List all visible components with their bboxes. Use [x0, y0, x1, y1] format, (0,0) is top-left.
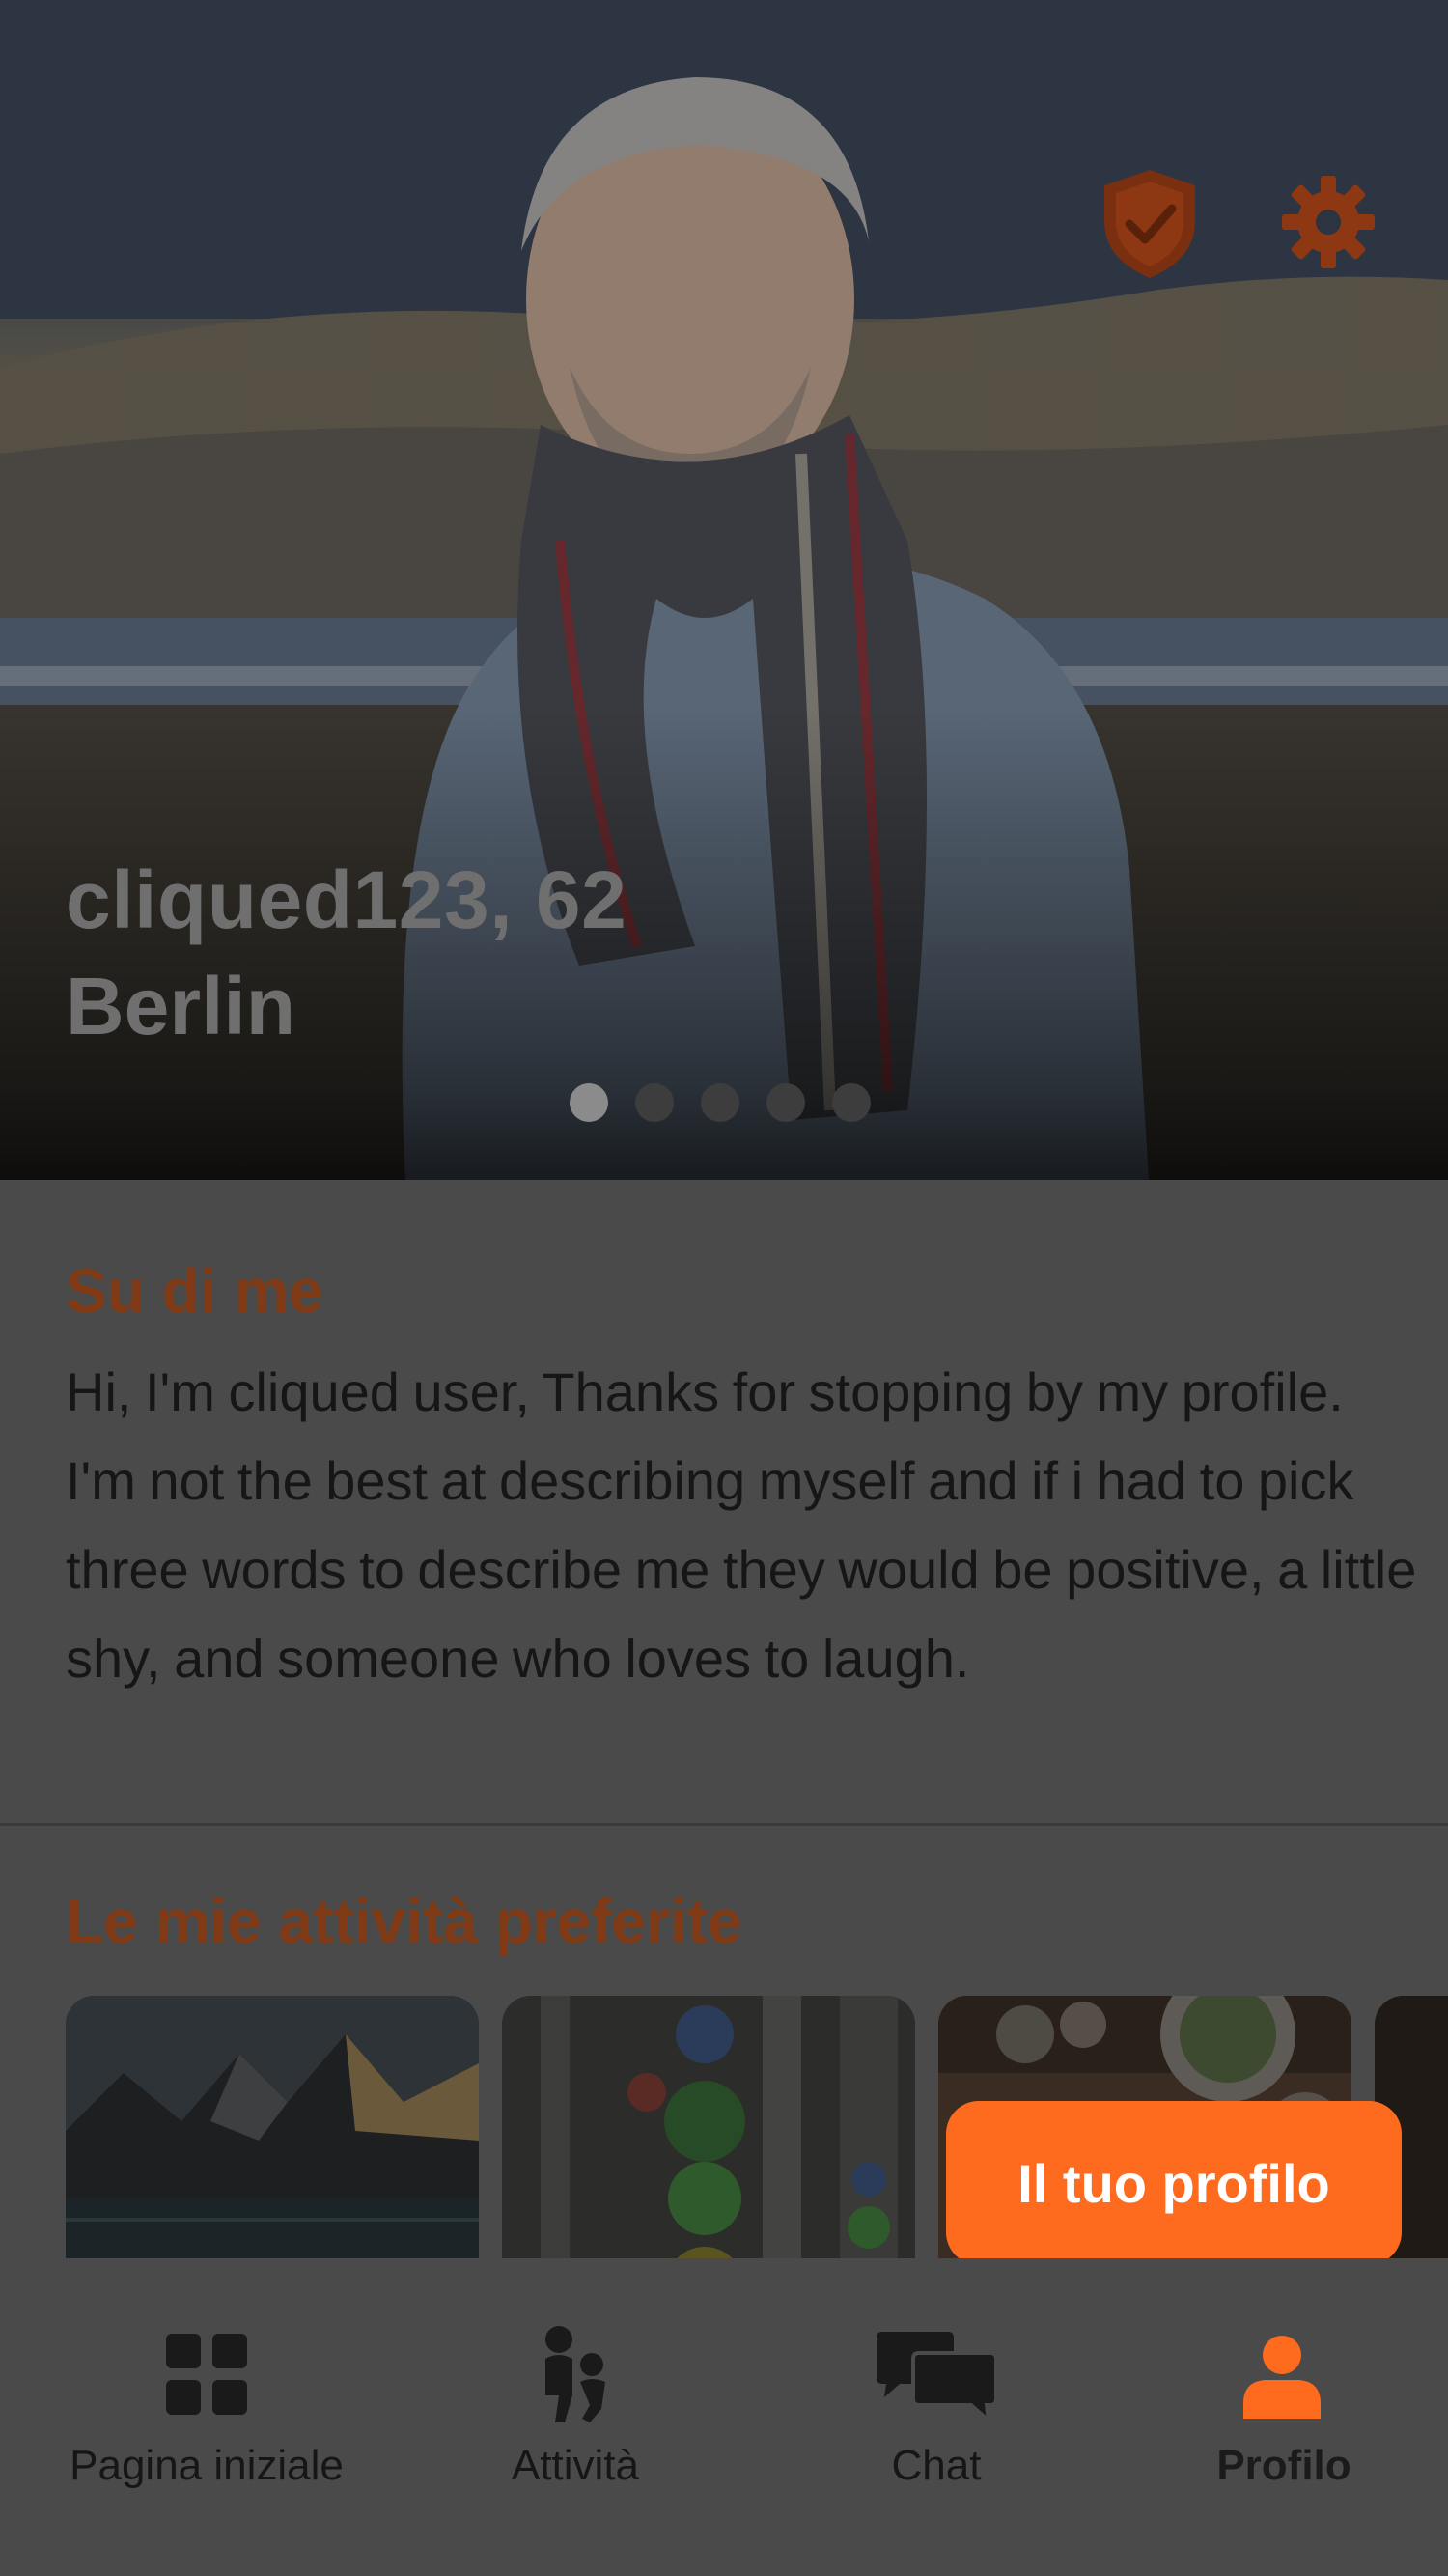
nav-label-home: Pagina iniziale [70, 2442, 344, 2489]
nav-label-activities: Attività [511, 2442, 640, 2489]
settings-gear-icon[interactable] [1280, 174, 1377, 270]
mountain-lake-image [66, 1996, 479, 2258]
activities-title: Le mie attività preferite [66, 1887, 742, 1956]
about-title: Su di me [66, 1256, 323, 1326]
activity-card-gym[interactable] [502, 1996, 915, 2258]
carousel-dot[interactable] [635, 1083, 674, 1122]
bottom-navigation: Pagina iniziale Attività Chat Profilo [0, 2258, 1448, 2576]
profile-name-age: cliqued123, 62 [66, 854, 627, 945]
about-text: Hi, I'm cliqued user, Thanks for stoppin… [66, 1361, 1417, 1689]
chat-bubbles-icon [877, 2332, 996, 2421]
carousel-dot[interactable] [766, 1083, 805, 1122]
carousel-dot[interactable] [832, 1083, 871, 1122]
nav-item-chat[interactable]: Chat [811, 2258, 1062, 2576]
carousel-dot[interactable] [701, 1083, 739, 1122]
profile-photo-carousel[interactable]: cliqued123, 62 Berlin [0, 0, 1448, 1180]
profile-tooltip[interactable]: Il tuo profilo [946, 2101, 1402, 2265]
nav-item-home[interactable]: Pagina iniziale [29, 2258, 384, 2576]
activity-card-mountain-lake[interactable] [66, 1996, 479, 2258]
nav-label-profile: Profilo [1216, 2442, 1351, 2489]
grid-icon [166, 2334, 247, 2415]
profile-city: Berlin [66, 961, 296, 1051]
nav-item-profile[interactable]: Profilo [1158, 2258, 1409, 2576]
nav-item-activities[interactable]: Attività [434, 2258, 716, 2576]
person-icon [1243, 2336, 1321, 2419]
gym-weights-image [502, 1996, 915, 2258]
carousel-dot-active[interactable] [570, 1083, 608, 1122]
people-icon [545, 2326, 605, 2422]
nav-label-chat: Chat [891, 2442, 982, 2489]
about-section: Su di me Hi, I'm cliqued user, Thanks fo… [0, 1180, 1448, 1823]
verified-shield-icon[interactable] [1099, 166, 1201, 282]
carousel-indicator [570, 1083, 871, 1122]
